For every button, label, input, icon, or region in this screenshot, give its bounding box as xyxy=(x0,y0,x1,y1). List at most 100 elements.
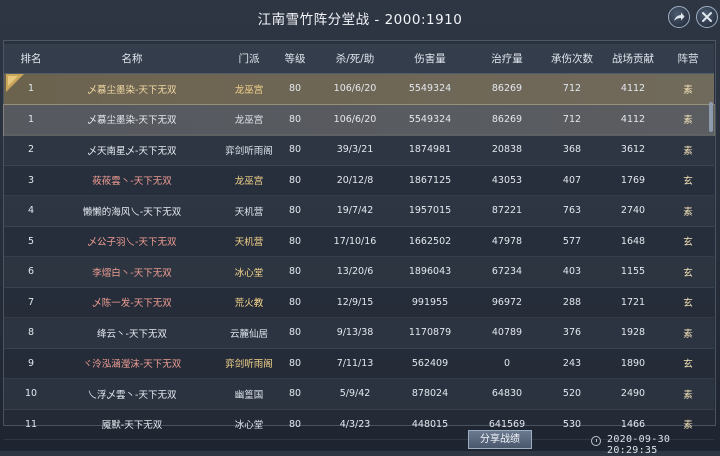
header-contrib[interactable]: 战场贡献 xyxy=(600,51,666,66)
cell-contrib: 1721 xyxy=(620,296,646,308)
cell-hits: 288 xyxy=(562,296,582,308)
page-title: 江南雪竹阵分堂战 - 2000:1910 xyxy=(257,12,463,28)
cell-hits: 712 xyxy=(562,113,582,125)
header-heal[interactable]: 治疗量 xyxy=(470,51,544,66)
cell-hits: 763 xyxy=(562,205,582,217)
timestamp: 2020-09-30 20:29:35 xyxy=(607,434,671,456)
share-results-button[interactable]: 分享战绩 xyxy=(468,430,532,449)
cell-contrib: 1769 xyxy=(620,174,646,186)
cell-camp: 素 xyxy=(683,206,693,218)
rank-badge-icon xyxy=(6,74,24,92)
table-row[interactable]: 9 ヾ泠泓涵瀅沫-天下无双 弈剑听雨阁 80 7/11/13 562409 0 243 1890… xyxy=(4,349,714,379)
cell-name: 懒懒的海风乀-天下无双 xyxy=(82,206,182,218)
table-row[interactable]: 2 乄天南星乄-天下无双 弈剑听雨阁 80 39/3/21 1874981 20838 368… xyxy=(4,135,714,166)
cell-name: 李熠白丶-天下无双 xyxy=(92,267,172,279)
cell-name: ヾ泠泓涵瀅沫-天下无双 xyxy=(82,359,182,371)
cell-heal: 96972 xyxy=(491,296,523,308)
cell-rank: 7 xyxy=(27,296,35,308)
cell-contrib: 4112 xyxy=(620,113,646,125)
cell-contrib: 3612 xyxy=(620,144,646,156)
cell-rank: 8 xyxy=(27,327,35,339)
cell-camp: 素 xyxy=(683,145,693,157)
cell-hits: 712 xyxy=(562,83,582,95)
cell-contrib: 1928 xyxy=(620,327,646,339)
cell-ksd: 17/10/16 xyxy=(333,235,377,247)
header-name[interactable]: 名称 xyxy=(58,51,206,66)
cell-rank: 6 xyxy=(27,266,35,278)
cell-name: 莜莜雲丶-天下无双 xyxy=(92,176,172,188)
cell-contrib: 2490 xyxy=(620,388,646,400)
cell-level: 80 xyxy=(288,388,302,400)
cell-contrib: 1648 xyxy=(620,235,646,247)
cell-heal: 67234 xyxy=(491,266,523,278)
cell-level: 80 xyxy=(288,174,302,186)
cell-heal: 40789 xyxy=(491,327,523,339)
cell-damage: 1896043 xyxy=(408,266,452,278)
cell-heal: 43053 xyxy=(491,174,523,186)
cell-camp: 玄 xyxy=(683,237,693,249)
cell-hits: 520 xyxy=(562,388,582,400)
cell-contrib: 1155 xyxy=(620,266,646,278)
cell-damage: 991955 xyxy=(411,296,449,308)
scrollbar-thumb[interactable] xyxy=(709,102,713,132)
cell-rank: 11 xyxy=(24,418,38,430)
table-row[interactable]: 1 乄慕尘墨染-天下无双 龙巫宫 80 106/6/20 5549324 86269 712 4… xyxy=(4,74,714,105)
cell-damage: 562409 xyxy=(411,357,449,369)
table-row[interactable]: 3 莜莜雲丶-天下无双 龙巫宫 80 20/12/8 1867125 43053 407 176… xyxy=(4,166,714,196)
table-row[interactable]: 10 乀浮乄雲丶-天下无双 幽篁国 80 5/9/42 878024 64830 520 249… xyxy=(4,379,714,410)
table-row[interactable]: 6 李熠白丶-天下无双 冰心堂 80 13/20/6 1896043 67234 403 115… xyxy=(4,257,714,288)
cell-camp: 素 xyxy=(683,84,693,96)
table-row[interactable]: 4 懒懒的海风乀-天下无双 天机营 80 19/7/42 1957015 87221 763 2… xyxy=(4,196,714,227)
cell-damage: 1957015 xyxy=(408,205,452,217)
header-rank[interactable]: 排名 xyxy=(4,51,58,66)
cell-rank: 2 xyxy=(27,144,35,156)
cell-camp: 玄 xyxy=(683,267,693,279)
table-row[interactable]: 5 乄公子羽乀-天下无双 天机营 80 17/10/16 1662502 47978 577 1… xyxy=(4,227,714,257)
cell-heal: 87221 xyxy=(491,205,523,217)
cell-name: 绛云丶-天下无双 xyxy=(97,328,167,340)
cell-ksd: 20/12/8 xyxy=(336,174,374,186)
cell-heal: 64830 xyxy=(491,388,523,400)
cell-camp: 玄 xyxy=(683,176,693,188)
cell-heal: 641569 xyxy=(488,418,526,430)
cell-camp: 玄 xyxy=(683,298,693,310)
cell-hits: 403 xyxy=(562,266,582,278)
cell-camp: 素 xyxy=(683,389,693,401)
table-row[interactable]: 8 绛云丶-天下无双 云麓仙居 80 9/13/38 1170879 40789 376 192… xyxy=(4,318,714,349)
cell-camp: 玄 xyxy=(683,359,693,371)
cell-heal: 0 xyxy=(503,357,511,369)
header-level[interactable]: 等级 xyxy=(276,51,314,66)
cell-rank: 9 xyxy=(27,357,35,369)
header-hits[interactable]: 承伤次数 xyxy=(544,51,600,66)
cell-hits: 530 xyxy=(562,418,582,430)
cell-damage: 1662502 xyxy=(408,235,452,247)
cell-hits: 577 xyxy=(562,235,582,247)
close-icon[interactable] xyxy=(696,6,718,28)
cell-name: 乄慕尘墨染-天下无双 xyxy=(87,115,177,127)
table-row[interactable]: 1 乄慕尘墨染-天下无双 龙巫宫 80 106/6/20 5549324 86269 712 4… xyxy=(3,103,715,136)
cell-name: 乀浮乄雲丶-天下无双 xyxy=(87,389,177,401)
header-camp[interactable]: 阵营 xyxy=(664,51,712,66)
cell-hits: 243 xyxy=(562,357,582,369)
cell-rank: 3 xyxy=(27,174,35,186)
header-ksd[interactable]: 杀/死/助 xyxy=(322,51,388,66)
share-arrow-icon[interactable] xyxy=(668,6,690,28)
scoreboard-table: 排名 名称 门派 等级 杀/死/助 伤害量 治疗量 承伤次数 战场贡献 阵营 1… xyxy=(3,44,715,440)
cell-heal: 47978 xyxy=(491,235,523,247)
cell-rank: 1 xyxy=(27,113,35,125)
table-header: 排名 名称 门派 等级 杀/死/助 伤害量 治疗量 承伤次数 战场贡献 阵营 xyxy=(4,44,714,74)
table-row[interactable]: 7 乄陈一发-天下无双 荒火教 80 12/9/15 991955 96972 288 1721… xyxy=(4,288,714,318)
cell-level: 80 xyxy=(288,113,302,125)
header-damage[interactable]: 伤害量 xyxy=(392,51,468,66)
cell-level: 80 xyxy=(288,235,302,247)
cell-name: 魇默-天下无双 xyxy=(101,420,163,432)
cell-level: 80 xyxy=(288,327,302,339)
cell-hits: 407 xyxy=(562,174,582,186)
cell-heal: 20838 xyxy=(491,144,523,156)
cell-ksd: 12/9/15 xyxy=(336,296,374,308)
cell-camp: 素 xyxy=(683,115,693,127)
cell-name: 乄陈一发-天下无双 xyxy=(92,298,172,310)
cell-damage: 1867125 xyxy=(408,174,452,186)
cell-contrib: 1466 xyxy=(620,418,646,430)
cell-damage: 5549324 xyxy=(408,113,452,125)
